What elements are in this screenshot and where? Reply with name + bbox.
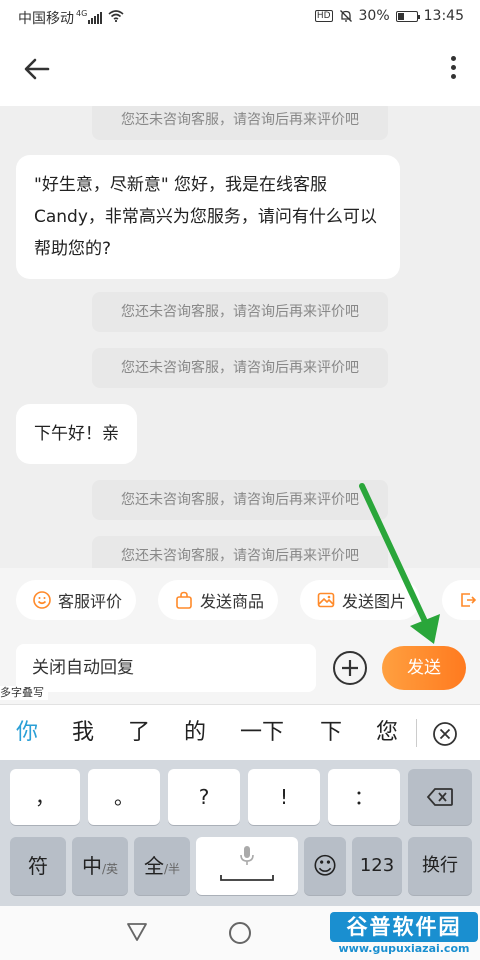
watermark-url: www.gupuxiazai.com (338, 942, 470, 955)
battery-percent: 30% (358, 8, 390, 24)
signal-icon (88, 12, 103, 24)
key-period[interactable]: 。 (88, 769, 160, 825)
key-comma[interactable]: ， (10, 769, 80, 825)
battery-icon (395, 10, 420, 22)
key-colon[interactable]: ： (328, 769, 400, 825)
system-notice: 您还未咨询客服，请咨询后再来评价吧 (92, 536, 388, 568)
candidate-divider (416, 719, 417, 747)
nav-home-icon[interactable] (229, 922, 251, 944)
system-notice: 您还未咨询客服，请咨询后再来评价吧 (92, 106, 388, 140)
key-question[interactable]: ? (168, 769, 240, 825)
microphone-icon (240, 846, 254, 865)
message-input[interactable]: 关闭自动回复 (16, 644, 316, 692)
key-label: 中 (81, 854, 102, 878)
status-bar: 中国移动 4G HD 30% 13:45 (0, 0, 480, 34)
space-bar-icon (220, 875, 274, 881)
candidate-5[interactable]: 一下 (240, 705, 284, 761)
arrow-left-icon[interactable] (22, 54, 52, 84)
candidate-7[interactable]: 您 (376, 705, 398, 761)
plus-icon[interactable] (332, 650, 368, 686)
key-numbers[interactable]: 123 (352, 837, 402, 895)
smiley-icon (33, 591, 51, 609)
chip-label: 发送商品 (200, 592, 265, 611)
status-left: 中国移动 4G (18, 8, 124, 28)
key-sublabel: /半 (163, 862, 181, 876)
quick-actions-bar: 客服评价 发送商品 发送图片 (0, 568, 480, 632)
chip-label: 发送图片 (342, 592, 407, 611)
key-newline[interactable]: 换行 (408, 837, 472, 895)
exit-icon (461, 593, 477, 607)
ime-candidate-bar: 你 我 了 的 一下 下 您 (0, 704, 480, 760)
key-label: 全 (143, 854, 164, 878)
more-vertical-icon[interactable] (450, 56, 456, 82)
keyboard: ， 。 ? ! ： 符 中/英 全/半 ☺ 123 换行 (0, 760, 480, 906)
wifi-icon (108, 10, 124, 26)
space-key[interactable] (196, 837, 298, 895)
watermark: 谷普软件园 www.gupuxiazai.com (330, 912, 478, 958)
backspace-icon (426, 788, 453, 806)
ime-hint: 多字叠写 (0, 686, 48, 700)
system-notice: 您还未咨询客服，请咨询后再来评价吧 (92, 480, 388, 520)
nav-back-icon[interactable] (126, 922, 148, 942)
system-notice: 您还未咨询客服，请咨询后再来评价吧 (92, 348, 388, 388)
bag-icon (176, 591, 192, 609)
candidate-6[interactable]: 下 (320, 705, 342, 761)
clock: 13:45 (423, 8, 464, 24)
chip-label: 客服评价 (58, 592, 123, 611)
backspace-key[interactable] (408, 769, 472, 825)
candidate-2[interactable]: 我 (72, 705, 94, 761)
message-bubble-greeting: "好生意，尽新意" 您好，我是在线客服Candy，非常高兴为您服务，请问有什么可… (16, 155, 400, 279)
candidate-4[interactable]: 的 (184, 705, 206, 761)
quick-action-send-image[interactable]: 发送图片 (300, 580, 421, 620)
message-bubble-afternoon: 下午好！亲 (16, 404, 137, 464)
quick-action-rate-service[interactable]: 客服评价 (16, 580, 137, 620)
message-input-bar: 关闭自动回复 发送 (0, 632, 480, 704)
key-exclamation[interactable]: ! (248, 769, 320, 825)
mute-bell-icon (339, 10, 352, 22)
app-header (0, 34, 480, 106)
close-circle-icon[interactable] (432, 721, 458, 747)
candidate-3[interactable]: 了 (128, 705, 150, 761)
system-notice: 您还未咨询客服，请咨询后再来评价吧 (92, 292, 388, 332)
send-button[interactable]: 发送 (382, 646, 466, 690)
hd-badge: HD (314, 10, 333, 22)
status-right: HD 30% 13:45 (314, 8, 464, 24)
watermark-logo: 谷普软件园 (330, 912, 478, 942)
emoji-key[interactable]: ☺ (304, 837, 346, 895)
image-icon (317, 592, 335, 608)
chat-area[interactable]: 您还未咨询客服，请咨询后再来评价吧 "好生意，尽新意" 您好，我是在线客服Can… (0, 106, 480, 568)
carrier-label: 中国移动 (18, 11, 74, 27)
quick-action-exit[interactable] (442, 580, 480, 620)
key-sublabel: /英 (101, 862, 119, 876)
quick-action-send-product[interactable]: 发送商品 (158, 580, 279, 620)
key-full-half[interactable]: 全/半 (134, 837, 190, 895)
candidate-1[interactable]: 你 (16, 705, 38, 761)
network-type: 4G (76, 8, 88, 18)
key-symbols[interactable]: 符 (10, 837, 66, 895)
key-chinese-english[interactable]: 中/英 (72, 837, 128, 895)
